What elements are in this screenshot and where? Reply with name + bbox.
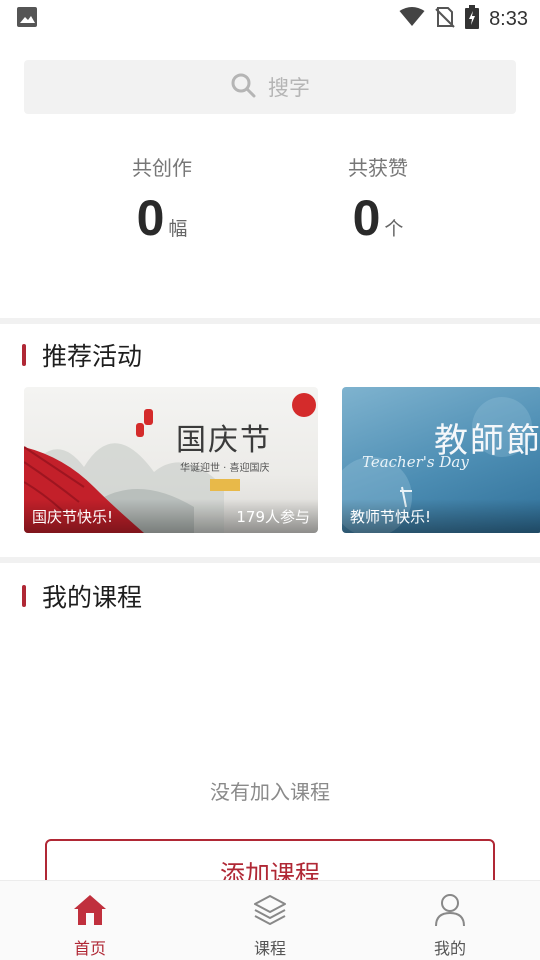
stat-created-value: 0 — [136, 190, 165, 246]
image-icon — [16, 6, 38, 32]
status-bar: 8:33 — [0, 0, 540, 38]
wifi-icon — [399, 7, 425, 31]
layers-icon — [251, 891, 289, 929]
bottom-nav: 首页 课程 我的 — [0, 880, 540, 960]
section-divider — [0, 557, 540, 563]
national-day-caption-bar: 国庆节快乐! 179人参与 — [24, 499, 318, 533]
nav-item-mine[interactable]: 我的 — [360, 881, 540, 960]
activities-header: 推荐活动 — [22, 337, 142, 373]
national-day-poster-subtitle: 华诞迎世 · 喜迎国庆 — [180, 463, 270, 474]
national-day-caption: 国庆节快乐! — [32, 507, 114, 526]
teachers-day-caption-bar: 教师节快乐! — [342, 499, 540, 533]
activity-card-national-day[interactable]: 国庆节 华诞迎世 · 喜迎国庆 国庆节快乐! 179人参与 — [24, 387, 318, 533]
national-day-participants: 179人参与 — [236, 507, 310, 526]
nav-label-home: 首页 — [73, 939, 106, 958]
teachers-day-poster-script: Teacher's Day — [362, 453, 469, 471]
stat-created-label: 共创作 — [132, 156, 192, 180]
teachers-day-caption: 教师节快乐! — [350, 507, 432, 526]
search-icon — [230, 72, 256, 102]
stat-likes-value: 0 — [352, 190, 381, 246]
section-accent-bar — [22, 344, 26, 366]
stat-likes-label: 共获赞 — [348, 156, 408, 180]
home-icon — [71, 891, 109, 929]
section-divider — [0, 318, 540, 324]
nav-item-home[interactable]: 首页 — [0, 881, 180, 960]
courses-empty-text: 没有加入课程 — [210, 780, 330, 804]
nav-label-mine: 我的 — [433, 939, 466, 958]
stat-created: 共创作 0 幅 — [82, 152, 242, 243]
stat-created-unit: 幅 — [168, 218, 188, 240]
activities-title: 推荐活动 — [42, 342, 143, 371]
activity-card-teachers-day[interactable]: 教師節 Teacher's Day 教师节快乐! — [342, 387, 540, 533]
courses-header: 我的课程 — [22, 578, 142, 614]
status-time: 8:33 — [489, 7, 528, 30]
national-day-poster-title: 国庆节 — [176, 423, 272, 458]
search-input[interactable]: 搜字 — [24, 60, 516, 114]
courses-title: 我的课程 — [42, 583, 143, 612]
section-accent-bar — [22, 585, 26, 607]
battery-charging-icon — [465, 5, 480, 33]
search-placeholder: 搜字 — [268, 76, 310, 100]
activity-carousel[interactable]: 国庆节 华诞迎世 · 喜迎国庆 国庆节快乐! 179人参与 教師節 Teache… — [24, 387, 540, 533]
no-sim-icon — [435, 6, 455, 32]
nav-item-courses[interactable]: 课程 — [180, 881, 360, 960]
stat-likes-unit: 个 — [384, 218, 404, 240]
user-icon — [431, 891, 469, 929]
stat-likes: 共获赞 0 个 — [298, 152, 458, 243]
nav-label-courses: 课程 — [253, 939, 286, 958]
